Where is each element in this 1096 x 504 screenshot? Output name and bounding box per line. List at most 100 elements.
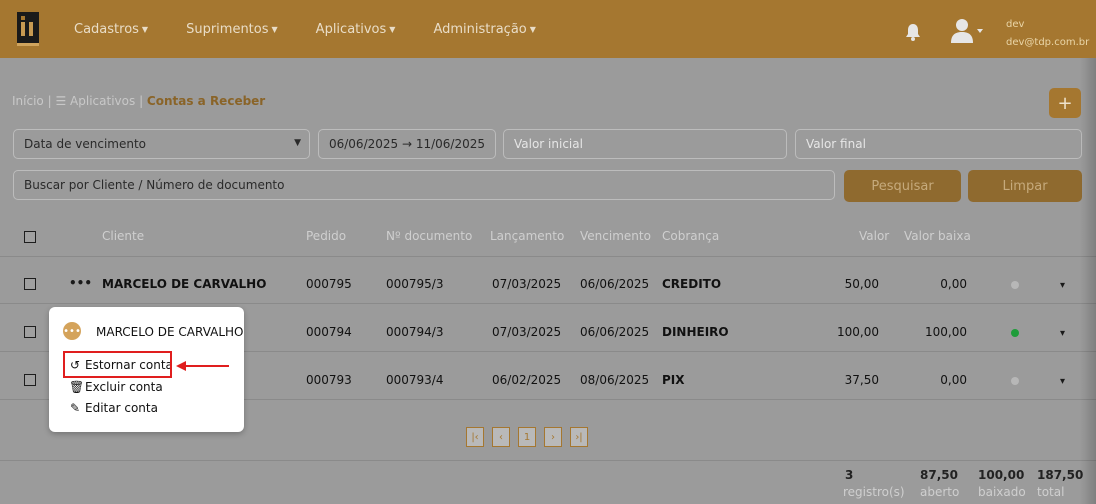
footer-registros-value: 3 [845, 468, 854, 482]
menu-item-label: Excluir conta [85, 380, 163, 394]
col-valor-baixa[interactable]: Valor baixa [904, 229, 971, 243]
cell-cobranca: DINHEIRO [662, 325, 729, 339]
prev-page-button[interactable]: ‹ [492, 427, 510, 447]
date-type-value: Data de vencimento [24, 137, 147, 151]
footer-registros-label: registro(s) [843, 485, 905, 499]
pagination: |‹ ‹ 1 › ›| [466, 427, 588, 447]
cell-cliente: MARCELO DE CARVALHO [102, 277, 267, 291]
bell-icon[interactable] [905, 23, 921, 41]
next-page-button[interactable]: › [544, 427, 562, 447]
breadcrumb-home[interactable]: Início [12, 94, 44, 108]
col-cobranca[interactable]: Cobrança [662, 229, 719, 243]
valor-final-input[interactable]: Valor final [795, 129, 1082, 159]
menu-cadastros[interactable]: Cadastros ▼ [74, 22, 148, 37]
cell-cobranca: PIX [662, 373, 685, 387]
more-options-icon[interactable]: ••• [63, 322, 81, 340]
col-vencimento[interactable]: Vencimento [580, 229, 651, 243]
more-options-icon[interactable]: ••• [69, 276, 92, 290]
caret-down-icon: ▼ [529, 24, 536, 34]
search-input[interactable]: Buscar por Cliente / Número de documento [13, 170, 835, 200]
caret-down-icon: ▼ [141, 24, 149, 34]
date-type-select[interactable]: Data de vencimento ▼ [13, 129, 310, 159]
caret-down-icon: ▼ [389, 24, 396, 34]
cell-documento: 000795/3 [386, 277, 444, 291]
breadcrumb-apps[interactable]: Aplicativos [70, 94, 135, 108]
valor-final-placeholder: Valor final [806, 137, 866, 151]
menu-suprimentos[interactable]: Suprimentos ▼ [186, 22, 278, 37]
top-navbar: Cadastros ▼ Suprimentos ▼ Aplicativos ▼ Adm… [0, 0, 1096, 58]
date-range-value: 06/06/2025 → 11/06/2025 [328, 137, 485, 151]
menu-aplicativos-label: Aplicativos [315, 21, 387, 37]
cell-vencimento: 06/06/2025 [580, 277, 650, 291]
footer-baixado-label: baixado [978, 485, 1026, 499]
menu-administracao-label: Administração [433, 21, 527, 37]
cell-lancamento: 06/02/2025 [492, 373, 562, 387]
footer-total-label: total [1037, 485, 1065, 499]
select-all-checkbox[interactable] [24, 231, 36, 243]
list-icon: ☰ [55, 94, 67, 108]
row-checkbox[interactable] [24, 278, 36, 290]
highlight-box [63, 351, 172, 378]
breadcrumb-separator: | [139, 94, 147, 108]
cell-valor-baixa: 100,00 [925, 325, 967, 339]
chevron-down-icon[interactable]: ▾ [1060, 328, 1065, 339]
footer-divider [0, 460, 1096, 461]
col-documento[interactable]: Nº documento [386, 229, 472, 243]
logo-mark [17, 12, 39, 46]
col-lancamento[interactable]: Lançamento [490, 229, 564, 243]
col-valor[interactable]: Valor [859, 229, 889, 243]
menu-item-excluir[interactable]: 🗑Excluir conta [69, 380, 163, 394]
cell-documento: 000794/3 [386, 325, 444, 339]
cell-lancamento: 07/03/2025 [492, 277, 562, 291]
col-cliente[interactable]: Cliente [102, 229, 144, 243]
menu-suprimentos-label: Suprimentos [186, 21, 269, 37]
cell-vencimento: 08/06/2025 [580, 373, 650, 387]
row-divider [0, 303, 1096, 304]
breadcrumb: Início | ☰ Aplicativos | Contas a Recebe… [12, 94, 265, 108]
footer-total-value: 187,50 [1037, 468, 1084, 482]
user-avatar-icon[interactable] [950, 18, 984, 44]
valor-inicial-placeholder: Valor inicial [514, 137, 583, 151]
first-page-button[interactable]: |‹ [466, 427, 484, 447]
app-logo[interactable] [8, 7, 48, 51]
footer-aberto-label: aberto [920, 485, 960, 499]
chevron-down-icon[interactable]: ▾ [1060, 376, 1065, 387]
page-number-button[interactable]: 1 [518, 427, 536, 447]
logo-underline [17, 43, 39, 46]
menu-aplicativos[interactable]: Aplicativos ▼ [316, 22, 396, 37]
breadcrumb-current: Contas a Receber [146, 94, 266, 108]
add-button[interactable]: + [1049, 88, 1081, 118]
cell-cobranca: CREDITO [662, 277, 722, 291]
main-menu: Cadastros ▼ Suprimentos ▼ Aplicativos ▼ Adm… [74, 0, 574, 58]
footer-aberto-value: 87,50 [920, 468, 958, 482]
search-button[interactable]: Pesquisar [844, 170, 961, 202]
menu-item-editar[interactable]: ✎ Editar conta [69, 401, 158, 415]
pencil-icon: ✎ [69, 401, 81, 415]
user-email: dev@tdp.com.br [1006, 37, 1090, 48]
cell-valor-baixa: 0,00 [940, 277, 967, 291]
cell-valor: 37,50 [844, 373, 879, 387]
right-edge-shadow [1080, 58, 1096, 504]
plus-icon: + [1057, 92, 1073, 114]
user-name: dev [1006, 19, 1025, 30]
cell-valor: 50,00 [844, 277, 879, 291]
header-divider [0, 256, 1096, 257]
status-dot [1011, 281, 1019, 289]
status-dot [1011, 329, 1019, 337]
clear-button[interactable]: Limpar [968, 170, 1082, 202]
date-range-input[interactable]: 06/06/2025 → 11/06/2025 [318, 129, 496, 159]
menu-administracao[interactable]: Administração ▼ [433, 22, 535, 37]
arrow-line [185, 365, 229, 367]
row-checkbox[interactable] [24, 326, 36, 338]
caret-down-icon: ▼ [271, 24, 278, 34]
cell-pedido: 000793 [306, 373, 352, 387]
last-page-button[interactable]: ›| [570, 427, 588, 447]
row-checkbox[interactable] [24, 374, 36, 386]
col-pedido[interactable]: Pedido [306, 229, 346, 243]
chevron-down-icon[interactable]: ▾ [1060, 280, 1065, 291]
status-dot [1011, 377, 1019, 385]
popup-title: MARCELO DE CARVALHO [96, 325, 244, 339]
valor-inicial-input[interactable]: Valor inicial [503, 129, 787, 159]
chevron-down-icon: ▼ [294, 138, 301, 148]
cell-pedido: 000795 [306, 277, 352, 291]
